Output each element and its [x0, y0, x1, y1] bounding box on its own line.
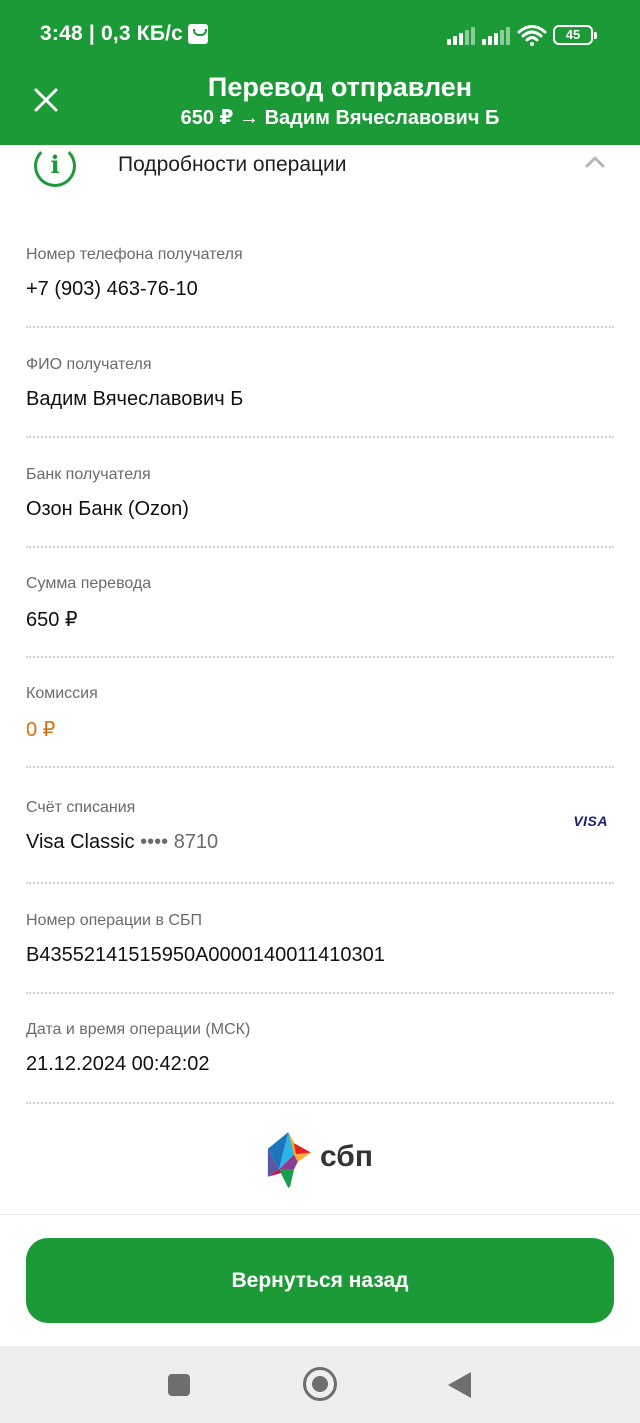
chevron-up-icon[interactable] [584, 153, 606, 169]
detail-commission: Комиссия 0 ₽ [26, 685, 614, 742]
back-icon[interactable] [448, 1372, 471, 1398]
divider [26, 546, 614, 548]
detail-value: 21.12.2024 00:42:02 [26, 1053, 210, 1075]
detail-sbp-operation-number: Номер операции в СБП B43552141515950A000… [26, 912, 614, 967]
detail-value: 0 ₽ [26, 719, 56, 741]
detail-transfer-amount: Сумма перевода 650 ₽ [26, 575, 614, 632]
home-icon[interactable] [303, 1367, 337, 1401]
detail-debit-account: Счёт списания Visa Classic •••• 8710 VIS… [26, 799, 614, 854]
card-mask: •••• 8710 [140, 831, 219, 853]
signal-icon [482, 27, 510, 45]
detail-label: Сумма перевода [26, 575, 152, 592]
divider [26, 766, 614, 768]
shop-notification-icon [188, 24, 208, 44]
section-title: Подробности операции [118, 153, 347, 176]
detail-recipient-name: ФИО получателя Вадим Вячеславович Б [26, 356, 614, 411]
divider [26, 1102, 614, 1104]
detail-label: Номер операции в СБП [26, 912, 202, 929]
detail-recipient-phone: Номер телефона получателя +7 (903) 463-7… [26, 246, 614, 301]
divider [26, 326, 614, 328]
page-subtitle: 650 ₽ → Вадим Вячеславович Б [180, 107, 500, 129]
divider [26, 882, 614, 884]
system-nav-bar [0, 1346, 640, 1423]
detail-value: +7 (903) 463-76-10 [26, 278, 198, 300]
detail-label: Комиссия [26, 685, 98, 702]
page-title: Перевод отправлен [207, 72, 473, 102]
detail-label: Дата и время операции (МСК) [26, 1021, 251, 1038]
detail-value: Visa Classic •••• 8710 [26, 831, 614, 854]
sbp-logo-icon [267, 1132, 311, 1188]
detail-value: B43552141515950A0000140011410301 [26, 944, 385, 966]
detail-label: Номер телефона получателя [26, 246, 243, 263]
detail-label: Счёт списания [26, 799, 136, 816]
divider [0, 1214, 640, 1215]
back-button[interactable]: Вернуться назад [26, 1238, 614, 1323]
operation-details-header[interactable]: i Подробности операции [0, 145, 640, 195]
divider [26, 436, 614, 438]
divider [26, 992, 614, 994]
detail-recipient-bank: Банк получателя Озон Банк (Ozon) [26, 466, 614, 521]
detail-value: Озон Банк (Ozon) [26, 498, 189, 520]
sbp-logo-text: сбп [320, 1140, 373, 1173]
detail-value: 650 ₽ [26, 609, 78, 631]
detail-label: Банк получателя [26, 466, 151, 483]
close-icon [34, 88, 58, 112]
wifi-icon [517, 25, 547, 46]
visa-logo-icon: VISA [573, 813, 608, 829]
detail-operation-datetime: Дата и время операции (МСК) 21.12.2024 0… [26, 1021, 614, 1076]
card-name: Visa Classic [26, 831, 135, 853]
signal-icon [447, 27, 475, 45]
detail-value: Вадим Вячеславович Б [26, 388, 244, 410]
battery-icon: 45 [553, 25, 597, 45]
app-header: Перевод отправлен 650 ₽ → Вадим Вячеслав… [0, 54, 640, 145]
status-time: 3:48 | 0,3 КБ/с [40, 22, 184, 45]
info-icon: i [34, 145, 76, 187]
close-button[interactable] [26, 80, 66, 120]
divider [26, 656, 614, 658]
status-bar: 3:48 | 0,3 КБ/с 45 [0, 0, 640, 54]
recent-apps-icon[interactable] [168, 1374, 190, 1396]
detail-label: ФИО получателя [26, 356, 152, 373]
